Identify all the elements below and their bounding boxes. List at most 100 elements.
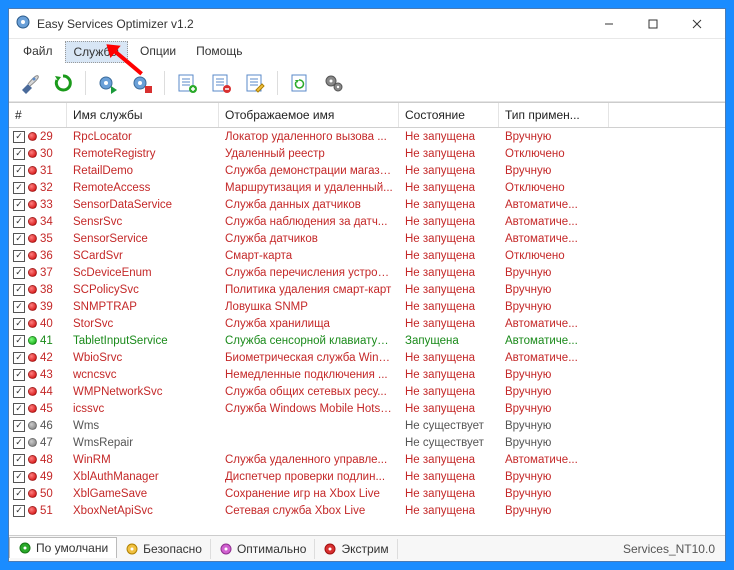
startup-type: Автоматиче... (499, 216, 609, 228)
maximize-button[interactable] (631, 10, 675, 38)
tab-extreme[interactable]: Экстрим (315, 539, 397, 559)
row-checkbox[interactable]: ✓ (13, 216, 25, 228)
service-state: Не запущена (399, 233, 499, 245)
status-dot-icon (28, 234, 37, 243)
row-checkbox[interactable]: ✓ (13, 131, 25, 143)
col-display-name[interactable]: Отображаемое имя (219, 103, 399, 127)
table-row[interactable]: ✓51XboxNetApiSvcСетевая служба Xbox Live… (9, 502, 725, 519)
gears-icon[interactable] (320, 69, 348, 97)
startup-type: Вручную (499, 301, 609, 313)
row-checkbox[interactable]: ✓ (13, 267, 25, 279)
rocket-icon[interactable] (15, 69, 43, 97)
startup-type: Автоматиче... (499, 335, 609, 347)
display-name: Смарт-карта (219, 250, 399, 262)
row-checkbox[interactable]: ✓ (13, 403, 25, 415)
table-row[interactable]: ✓32RemoteAccessМаршрутизация и удаленный… (9, 179, 725, 196)
row-checkbox[interactable]: ✓ (13, 233, 25, 245)
gear-play-icon[interactable] (94, 69, 122, 97)
table-row[interactable]: ✓48WinRMСлужба удаленного управле...Не з… (9, 451, 725, 468)
tab-default[interactable]: По умолчани (9, 537, 117, 558)
row-number: 41 (40, 335, 53, 347)
row-number: 44 (40, 386, 53, 398)
display-name: Диспетчер проверки подлин... (219, 471, 399, 483)
row-checkbox[interactable]: ✓ (13, 182, 25, 194)
row-checkbox[interactable]: ✓ (13, 369, 25, 381)
table-row[interactable]: ✓47WmsRepairНе существуетВручную (9, 434, 725, 451)
service-state: Не запущена (399, 199, 499, 211)
minimize-button[interactable] (587, 10, 631, 38)
table-row[interactable]: ✓34SensrSvcСлужба наблюдения за датч...Н… (9, 213, 725, 230)
table-row[interactable]: ✓39SNMPTRAPЛовушка SNMPНе запущенаВручну… (9, 298, 725, 315)
status-dot-icon (28, 251, 37, 260)
startup-type: Вручную (499, 267, 609, 279)
table-row[interactable]: ✓42WbioSrvcБиометрическая служба Wind...… (9, 349, 725, 366)
table-row[interactable]: ✓40StorSvcСлужба хранилищаНе запущенаАвт… (9, 315, 725, 332)
row-checkbox[interactable]: ✓ (13, 471, 25, 483)
menu-file[interactable]: Файл (15, 41, 61, 63)
row-checkbox[interactable]: ✓ (13, 437, 25, 449)
row-number: 43 (40, 369, 53, 381)
refresh-icon[interactable] (49, 69, 77, 97)
row-checkbox[interactable]: ✓ (13, 488, 25, 500)
row-checkbox[interactable]: ✓ (13, 165, 25, 177)
table-row[interactable]: ✓30RemoteRegistryУдаленный реестрНе запу… (9, 145, 725, 162)
table-row[interactable]: ✓36SCardSvrСмарт-картаНе запущенаОтключе… (9, 247, 725, 264)
col-state[interactable]: Состояние (399, 103, 499, 127)
row-checkbox[interactable]: ✓ (13, 301, 25, 313)
row-checkbox[interactable]: ✓ (13, 420, 25, 432)
row-checkbox[interactable]: ✓ (13, 352, 25, 364)
table-row[interactable]: ✓49XblAuthManagerДиспетчер проверки подл… (9, 468, 725, 485)
menu-services[interactable]: Службы (65, 41, 128, 63)
table-row[interactable]: ✓35SensorServiceСлужба датчиковНе запуще… (9, 230, 725, 247)
service-state: Не запущена (399, 403, 499, 415)
service-state: Не существует (399, 420, 499, 432)
table-body[interactable]: ✓29RpcLocatorЛокатор удаленного вызова .… (9, 128, 725, 535)
row-checkbox[interactable]: ✓ (13, 284, 25, 296)
row-num-cell: ✓33 (9, 199, 67, 211)
startup-type: Автоматиче... (499, 454, 609, 466)
row-checkbox[interactable]: ✓ (13, 318, 25, 330)
table-row[interactable]: ✓43wcncsvcНемедленные подключения ...Не … (9, 366, 725, 383)
list-add-icon[interactable] (173, 69, 201, 97)
table-row[interactable]: ✓37ScDeviceEnumСлужба перечисления устро… (9, 264, 725, 281)
table-row[interactable]: ✓46WmsНе существуетВручную (9, 417, 725, 434)
startup-type: Вручную (499, 420, 609, 432)
status-dot-icon (28, 455, 37, 464)
close-button[interactable] (675, 10, 719, 38)
list-remove-icon[interactable] (207, 69, 235, 97)
tab-safe[interactable]: Безопасно (117, 539, 211, 559)
col-num[interactable]: # (9, 103, 67, 127)
row-checkbox[interactable]: ✓ (13, 386, 25, 398)
service-name: WinRM (67, 454, 219, 466)
table-row[interactable]: ✓29RpcLocatorЛокатор удаленного вызова .… (9, 128, 725, 145)
status-dot-icon (28, 285, 37, 294)
row-checkbox[interactable]: ✓ (13, 335, 25, 347)
service-state: Не запущена (399, 250, 499, 262)
table-row[interactable]: ✓33SensorDataServiceСлужба данных датчик… (9, 196, 725, 213)
tab-optimal[interactable]: Оптимально (211, 539, 316, 559)
row-checkbox[interactable]: ✓ (13, 454, 25, 466)
col-name[interactable]: Имя службы (67, 103, 219, 127)
startup-type: Вручную (499, 471, 609, 483)
row-checkbox[interactable]: ✓ (13, 148, 25, 160)
col-type[interactable]: Тип примен... (499, 103, 609, 127)
row-checkbox[interactable]: ✓ (13, 505, 25, 517)
service-name: XblGameSave (67, 488, 219, 500)
menu-help[interactable]: Помощь (188, 41, 250, 63)
table-row[interactable]: ✓44WMPNetworkSvcСлужба общих сетевых рес… (9, 383, 725, 400)
row-num-cell: ✓37 (9, 267, 67, 279)
menu-options[interactable]: Опции (132, 41, 184, 63)
row-num-cell: ✓46 (9, 420, 67, 432)
table-row[interactable]: ✓31RetailDemoСлужба демонстрации магазин… (9, 162, 725, 179)
row-num-cell: ✓51 (9, 505, 67, 517)
table-row[interactable]: ✓38SCPolicySvcПолитика удаления смарт-ка… (9, 281, 725, 298)
refresh-list-icon[interactable] (286, 69, 314, 97)
gear-stop-icon[interactable] (128, 69, 156, 97)
row-checkbox[interactable]: ✓ (13, 250, 25, 262)
row-checkbox[interactable]: ✓ (13, 199, 25, 211)
table-row[interactable]: ✓45icssvcСлужба Windows Mobile HotspotНе… (9, 400, 725, 417)
table-row[interactable]: ✓41TabletInputServiceСлужба сенсорной кл… (9, 332, 725, 349)
row-num-cell: ✓ 43 (9, 369, 67, 381)
list-edit-icon[interactable] (241, 69, 269, 97)
table-row[interactable]: ✓50XblGameSaveСохранение игр на Xbox Liv… (9, 485, 725, 502)
